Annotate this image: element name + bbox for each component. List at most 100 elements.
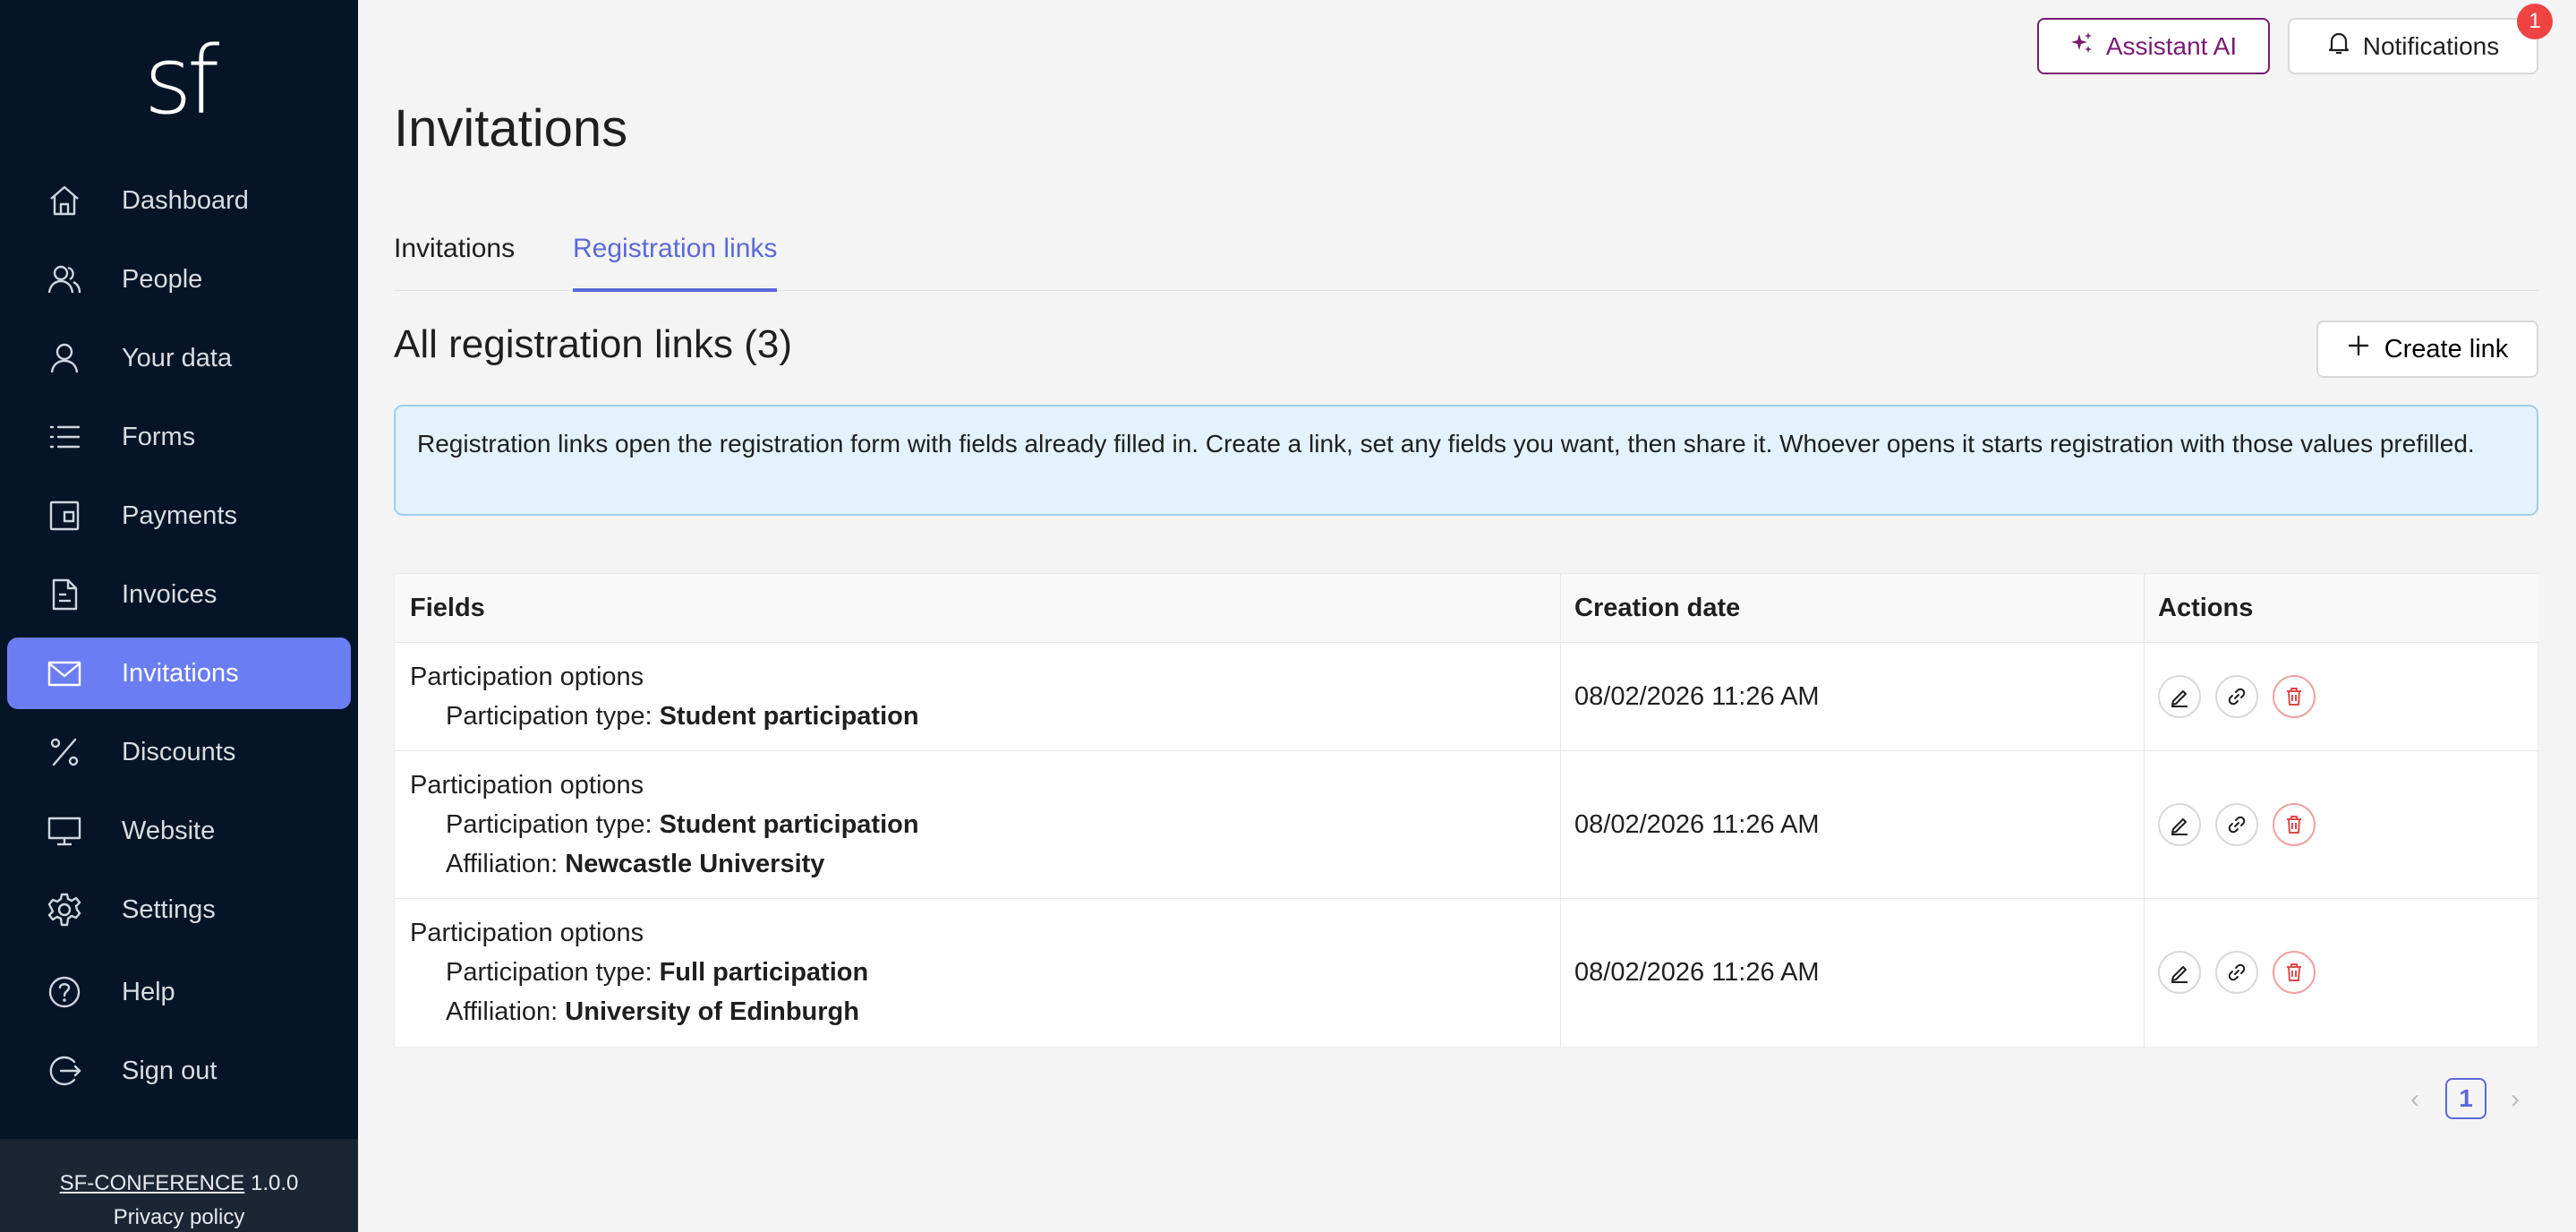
people-icon	[47, 261, 82, 297]
document-icon	[47, 577, 82, 612]
field-name: Participation type:	[446, 810, 653, 839]
sidebar-item-label: Settings	[122, 895, 216, 924]
sidebar-footer: SF-CONFERENCE 1.0.0 Privacy policy	[0, 1139, 358, 1232]
pagination: ‹ 1 ›	[2399, 1078, 2542, 1121]
field-group-name: Participation options	[410, 771, 644, 800]
fields-cell: Participation options Participation type…	[410, 766, 919, 884]
field-line: Participation type: Student participatio…	[410, 697, 919, 736]
column-header-actions: Actions	[2158, 594, 2254, 622]
sidebar-item-payments[interactable]: Payments	[7, 480, 351, 552]
field-name: Affiliation:	[446, 997, 559, 1026]
edit-button[interactable]	[2158, 951, 2201, 994]
sidebar-item-people[interactable]: People	[7, 244, 351, 315]
field-group-name: Participation options	[410, 663, 644, 691]
trash-icon	[2287, 963, 2301, 981]
sidebar-item-invitations[interactable]: Invitations	[7, 637, 351, 709]
link-icon	[2228, 688, 2246, 706]
sidebar-item-label: Invitations	[122, 659, 239, 688]
field-name: Participation type:	[446, 702, 653, 731]
fields-cell: Participation options Participation type…	[410, 913, 868, 1031]
product-link[interactable]: SF-CONFERENCE	[60, 1171, 245, 1195]
page-number-current[interactable]: 1	[2445, 1078, 2486, 1119]
sidebar-item-label: Dashboard	[122, 186, 249, 215]
sidebar-item-label: Payments	[122, 501, 237, 530]
sparkle-icon	[2070, 31, 2094, 61]
table-header: Fields Creation date Actions	[395, 574, 2539, 643]
sign-out-icon	[47, 1053, 82, 1089]
tab-registration-links[interactable]: Registration links	[573, 224, 778, 292]
pencil-icon	[2171, 818, 2188, 835]
edit-button[interactable]	[2158, 675, 2201, 718]
gear-icon	[47, 892, 82, 928]
field-line: Participation type: Full participation	[410, 953, 868, 992]
help-icon	[47, 974, 82, 1010]
field-line: Affiliation: Newcastle University	[410, 844, 919, 884]
registration-links-table: Fields Creation date Actions Participati…	[394, 573, 2539, 1048]
create-link-button[interactable]: Create link	[2316, 321, 2538, 378]
table-row: Participation options Participation type…	[395, 899, 2539, 1048]
creation-date: 08/02/2026 11:26 AM	[1574, 810, 1820, 839]
link-icon	[2228, 963, 2246, 981]
sidebar-item-label: Help	[122, 978, 175, 1006]
field-value: Newcastle University	[565, 850, 825, 878]
field-value: Student participation	[659, 702, 919, 731]
user-icon	[47, 340, 82, 376]
tab-bar: Invitations Registration links	[394, 224, 2538, 292]
column-header-fields: Fields	[410, 594, 485, 622]
delete-button[interactable]	[2273, 951, 2316, 994]
sidebar-item-discounts[interactable]: Discounts	[7, 716, 351, 788]
sidebar-item-label: Website	[122, 817, 216, 845]
delete-button[interactable]	[2273, 675, 2316, 718]
pencil-icon	[2171, 966, 2188, 983]
wallet-icon	[47, 498, 82, 534]
version-number: 1.0.0	[250, 1171, 299, 1195]
notifications-label: Notifications	[2362, 31, 2500, 60]
percent-icon	[47, 734, 82, 770]
edit-button[interactable]	[2158, 803, 2201, 846]
previous-page-button[interactable]: ‹	[2399, 1083, 2431, 1116]
copy-link-button[interactable]	[2215, 675, 2258, 718]
sidebar-item-dashboard[interactable]: Dashboard	[7, 165, 351, 236]
notifications-badge: 1	[2517, 4, 2553, 39]
copy-link-button[interactable]	[2215, 803, 2258, 846]
trash-icon	[2287, 688, 2301, 706]
table-row: Participation options Participation type…	[395, 751, 2539, 899]
field-line: Affiliation: University of Edinburgh	[410, 992, 868, 1031]
field-value: Full participation	[659, 958, 869, 987]
field-value: University of Edinburgh	[565, 997, 859, 1026]
sidebar-item-forms[interactable]: Forms	[7, 401, 351, 473]
assistant-ai-button[interactable]: Assistant AI	[2037, 18, 2270, 74]
copy-link-button[interactable]	[2215, 951, 2258, 994]
app-logo[interactable]: sf	[134, 27, 224, 134]
sidebar-item-your-data[interactable]: Your data	[7, 322, 351, 394]
info-banner: Registration links open the registration…	[394, 405, 2538, 516]
pencil-icon	[2171, 690, 2188, 707]
sidebar-item-label: Discounts	[122, 738, 236, 766]
tab-invitations[interactable]: Invitations	[394, 224, 515, 288]
section-title: All registration links (3)	[394, 322, 793, 366]
sidebar-item-label: Invoices	[122, 580, 218, 609]
assistant-ai-label: Assistant AI	[2105, 31, 2238, 60]
creation-date: 08/02/2026 11:26 AM	[1574, 682, 1820, 711]
sidebar-item-website[interactable]: Website	[7, 795, 351, 867]
field-name: Participation type:	[446, 958, 653, 987]
list-icon	[47, 419, 82, 455]
next-page-button[interactable]: ›	[2499, 1083, 2531, 1116]
trash-icon	[2287, 816, 2301, 834]
column-header-creation-date: Creation date	[1574, 594, 1741, 622]
creation-date: 08/02/2026 11:26 AM	[1574, 958, 1820, 987]
sidebar-item-invoices[interactable]: Invoices	[7, 559, 351, 630]
sidebar-item-help[interactable]: Help	[7, 956, 351, 1028]
sidebar-item-settings[interactable]: Settings	[7, 874, 351, 945]
notifications-button[interactable]: Notifications	[2288, 18, 2538, 74]
sidebar: sf Dashboard People Your data Forms Paym…	[0, 0, 358, 1232]
delete-button[interactable]	[2273, 803, 2316, 846]
version-line: SF-CONFERENCE 1.0.0	[0, 1171, 358, 1196]
link-icon	[2228, 816, 2246, 834]
privacy-policy-link[interactable]: Privacy policy	[0, 1205, 358, 1230]
sidebar-item-label: Forms	[122, 423, 196, 451]
sidebar-item-sign-out[interactable]: Sign out	[7, 1035, 351, 1107]
row-actions	[2158, 803, 2316, 846]
sidebar-item-label: People	[122, 265, 203, 294]
plus-icon	[2347, 334, 2370, 364]
